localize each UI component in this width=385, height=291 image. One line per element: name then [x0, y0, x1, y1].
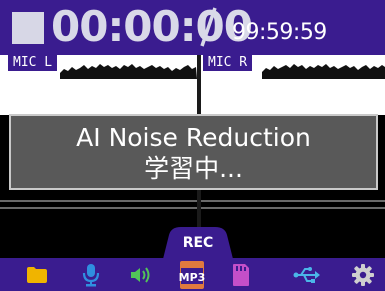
- microphone-icon: [82, 263, 100, 286]
- stop-icon: [12, 12, 44, 44]
- max-record-time: 99:59:59: [232, 20, 327, 45]
- mic-left-label: MIC L: [8, 55, 58, 71]
- level-meters: MIC L MIC R: [0, 55, 385, 115]
- folder-button[interactable]: [13, 258, 61, 291]
- sd-card-button[interactable]: [217, 258, 265, 291]
- svg-text:MP3: MP3: [179, 271, 206, 284]
- sd-card-icon: [233, 263, 249, 286]
- usb-icon: [293, 266, 320, 283]
- time-separator-slash: [200, 7, 217, 47]
- waveform: [60, 64, 385, 79]
- folder-icon: [27, 266, 47, 283]
- channel-divider: [197, 190, 201, 227]
- bottom-toolbar: MP3: [0, 258, 385, 291]
- dialog-status: 学習中...: [144, 154, 243, 183]
- level-line: [0, 207, 385, 209]
- rec-label: REC: [182, 235, 214, 251]
- timer-bar: 00:00:00 99:59:59: [0, 0, 385, 55]
- level-line: [0, 200, 385, 202]
- recorder-screen: 00:00:00 99:59:59 MIC L MIC R AI Noise R…: [0, 0, 385, 291]
- channel-divider: [197, 55, 201, 115]
- speaker-icon: [131, 266, 150, 283]
- usb-button[interactable]: [283, 258, 331, 291]
- mic-right-label: MIC R: [203, 55, 253, 71]
- mp3-file-icon: MP3: [179, 260, 206, 289]
- input-button[interactable]: [67, 258, 115, 291]
- dialog-title: AI Noise Reduction: [76, 123, 311, 152]
- elapsed-time: 00:00:00: [51, 2, 253, 51]
- settings-button[interactable]: [339, 258, 385, 291]
- format-button[interactable]: MP3: [168, 258, 216, 291]
- output-button[interactable]: [117, 258, 165, 291]
- gear-icon: [352, 263, 374, 286]
- noise-reduction-dialog: AI Noise Reduction 学習中...: [9, 114, 378, 190]
